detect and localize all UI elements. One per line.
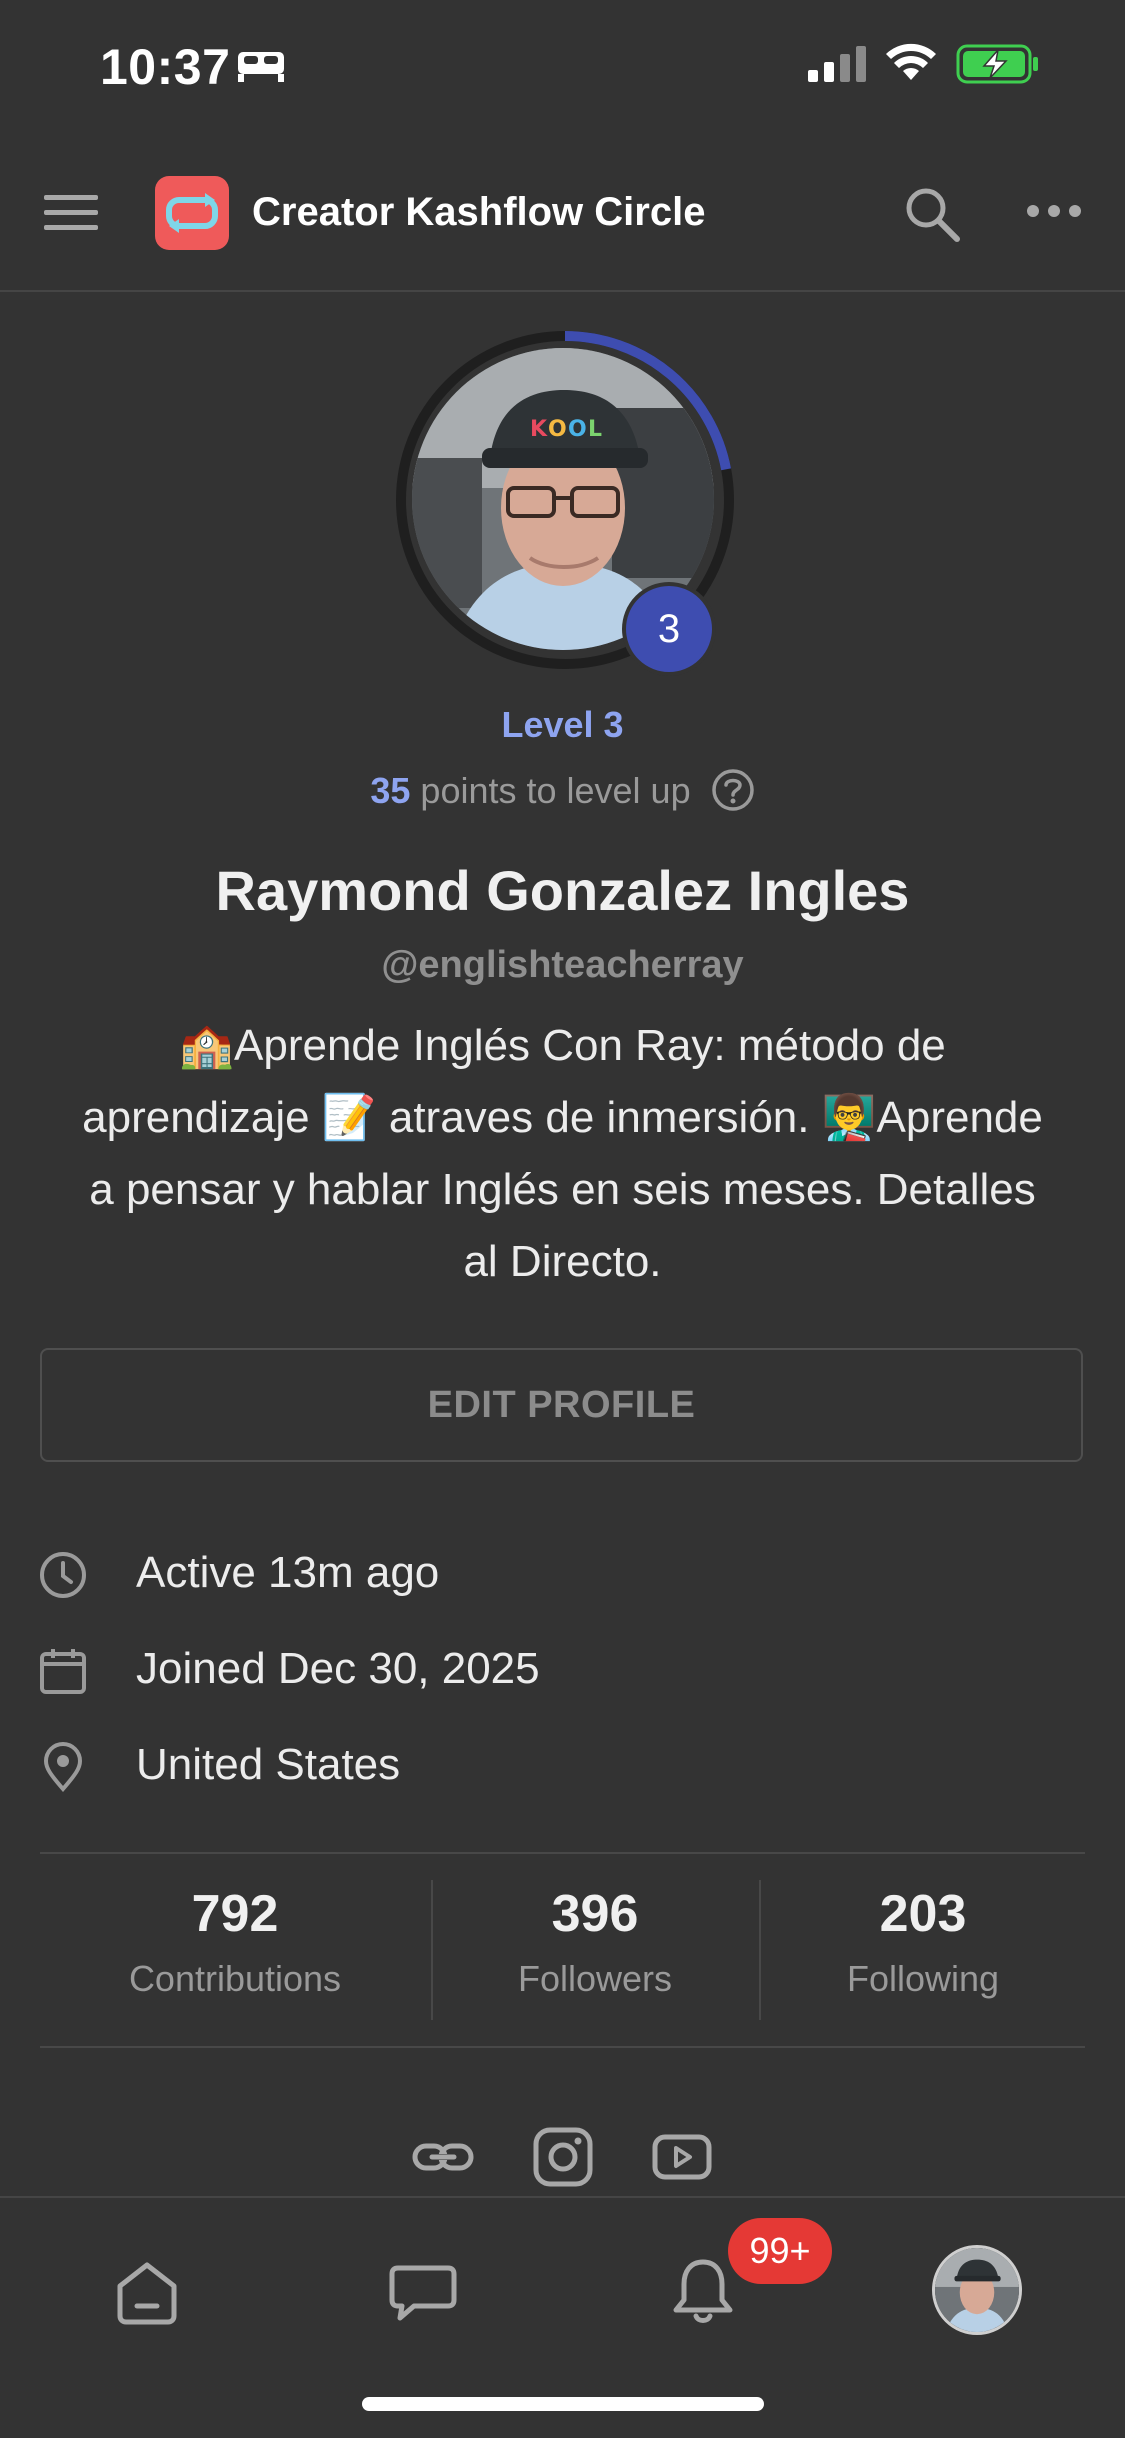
profile-handle: @englishteacherray (381, 944, 744, 986)
profile-name: Raymond Gonzalez Ingles (215, 859, 910, 922)
chat-icon[interactable] (388, 2262, 458, 2324)
profile-bio: 🏫Aprende Inglés Con Ray: método de apren… (30, 1010, 1095, 1298)
stat-label: Contributions (128, 1958, 342, 1999)
community-title[interactable]: Creator Kashflow Circle (252, 190, 705, 235)
svg-text:O: O (548, 417, 567, 442)
bio-line: al Directo. (463, 1237, 662, 1286)
clock-icon (40, 1552, 86, 1598)
stats-top-divider (40, 1852, 1085, 1854)
stat-label: Following (846, 1958, 1000, 1999)
home-icon[interactable] (112, 2260, 182, 2326)
stat-value: 396 (551, 1885, 639, 1943)
stat-following[interactable]: 203 Following (758, 1884, 1088, 2000)
location-pin-icon (43, 1742, 83, 1792)
joined-date: Joined Dec 30, 2025 (136, 1644, 540, 1693)
calendar-icon (40, 1649, 86, 1694)
loop-arrows-icon (166, 193, 218, 233)
svg-text:O: O (568, 417, 587, 442)
sleep-focus-icon (238, 52, 284, 82)
hamburger-menu-icon[interactable] (42, 193, 100, 233)
wifi-icon (886, 43, 936, 80)
stat-contributions[interactable]: 792 Contributions (70, 1884, 400, 2000)
bio-line: a pensar y hablar Inglés en seis meses. … (89, 1165, 1036, 1214)
last-active: Active 13m ago (136, 1548, 440, 1597)
app-logo[interactable] (155, 176, 229, 250)
youtube-icon[interactable] (652, 2132, 712, 2182)
stats-bottom-divider (40, 2046, 1085, 2048)
status-time: 10:37 (100, 39, 231, 95)
points-suffix: points to level up (410, 770, 691, 811)
cellular-signal-icon (808, 46, 866, 82)
avatar-photo (935, 2248, 1019, 2332)
points-to-level-up: 35 points to level up (0, 768, 1125, 815)
location: United States (136, 1740, 401, 1789)
nav-profile-avatar[interactable] (932, 2245, 1022, 2335)
edit-profile-button[interactable]: EDIT PROFILE (40, 1348, 1083, 1462)
svg-text:K: K (530, 417, 548, 442)
bio-line: aprendizaje 📝 atraves de inmersión. 👨‍🏫A… (82, 1093, 1043, 1142)
svg-text:L: L (588, 417, 602, 442)
search-icon[interactable] (902, 184, 962, 244)
more-options-icon[interactable] (1026, 204, 1082, 218)
level-badge: 3 (622, 582, 716, 676)
home-indicator[interactable] (362, 2397, 764, 2411)
stat-value: 792 (191, 1885, 279, 1943)
bio-line: 🏫Aprende Inglés Con Ray: método de (179, 1021, 946, 1070)
stat-followers[interactable]: 396 Followers (430, 1884, 760, 2000)
link-icon[interactable] (412, 2132, 474, 2182)
stat-label: Followers (517, 1958, 673, 1999)
level-label: Level 3 (501, 704, 624, 745)
help-icon[interactable] (711, 768, 755, 812)
notifications-badge: 99+ (728, 2218, 832, 2284)
stat-value: 203 (879, 1885, 967, 1943)
points-number: 35 (370, 770, 411, 811)
instagram-icon[interactable] (532, 2126, 594, 2188)
battery-charging-icon (956, 44, 1038, 84)
notifications-bell-icon[interactable] (668, 2254, 738, 2326)
